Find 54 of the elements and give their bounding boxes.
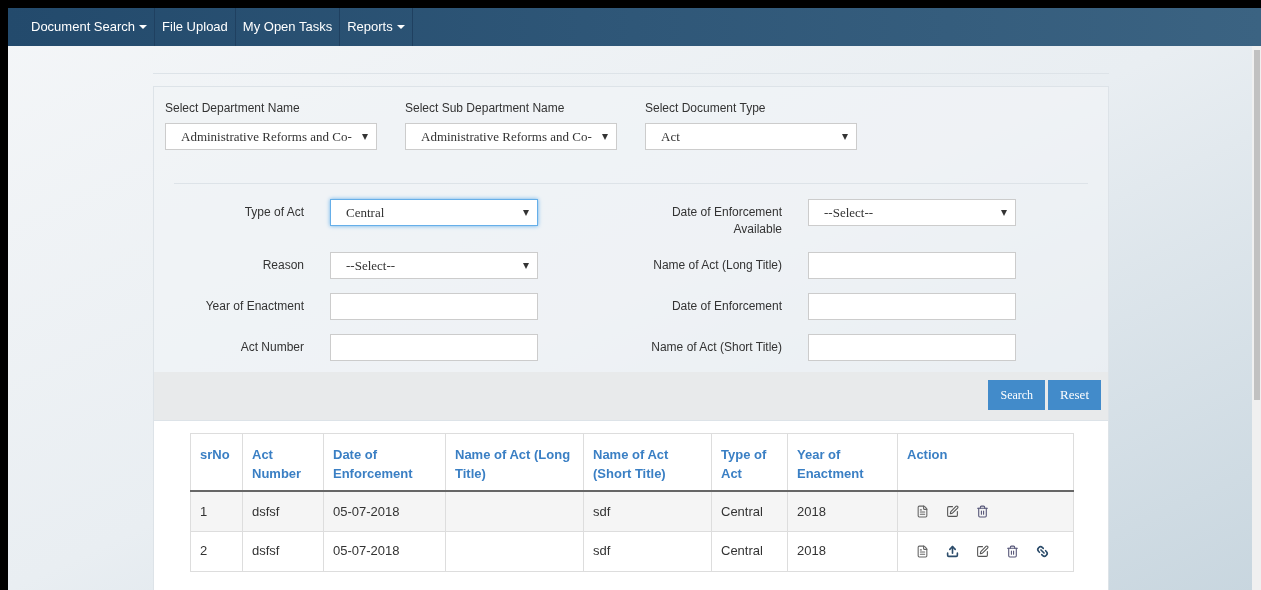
field-label: Reason xyxy=(261,257,304,274)
table-cell: 2018 xyxy=(787,531,898,571)
filter-label: Select Sub Department Name xyxy=(405,100,566,117)
document-icon[interactable] xyxy=(916,544,929,558)
table-cell: sdf xyxy=(583,531,712,571)
table-cell: 05-07-2018 xyxy=(323,491,446,531)
document-icon[interactable] xyxy=(916,504,929,518)
select-field[interactable]: Central xyxy=(330,199,538,226)
edit-icon[interactable] xyxy=(946,504,959,518)
select-field[interactable]: --Select-- xyxy=(330,252,538,279)
nav-item[interactable]: Document Search xyxy=(24,8,156,46)
field-label: Type of Act xyxy=(243,204,304,221)
field-label: Date of Enforcement xyxy=(670,298,782,315)
nav-item[interactable]: File Upload xyxy=(155,8,236,46)
table-cell: dsfsf xyxy=(242,531,324,571)
dropdown-arrow-icon xyxy=(842,133,848,140)
reset-button[interactable]: Reset xyxy=(1048,380,1101,410)
table-cell: dsfsf xyxy=(242,491,324,531)
select-field[interactable]: Administrative Reforms and Co- xyxy=(405,123,617,150)
nav-item[interactable]: Reports xyxy=(340,8,413,46)
table-cell: 05-07-2018 xyxy=(323,531,446,571)
select-field[interactable]: Administrative Reforms and Co- xyxy=(165,123,377,150)
field-label: Act Number xyxy=(239,339,304,356)
upload-icon[interactable] xyxy=(946,544,959,558)
select-field[interactable]: Act xyxy=(645,123,857,150)
table-cell: Central xyxy=(711,491,788,531)
trash-icon[interactable] xyxy=(976,504,989,518)
table-cell: 2 xyxy=(190,531,243,571)
dropdown-arrow-icon xyxy=(523,262,529,269)
input-field[interactable] xyxy=(808,252,1016,279)
input-field[interactable] xyxy=(808,334,1016,361)
dropdown-arrow-icon xyxy=(1001,209,1007,216)
field-label: Date of Enforcement Available xyxy=(670,204,782,238)
filter-label: Select Document Type xyxy=(645,100,767,117)
dropdown-arrow-icon xyxy=(523,209,529,216)
field-label: Name of Act (Short Title) xyxy=(650,339,782,356)
table-cell: 1 xyxy=(190,491,243,531)
input-field[interactable] xyxy=(330,293,538,320)
table-cell: sdf xyxy=(583,491,712,531)
scrollbar[interactable] xyxy=(1252,46,1261,590)
nav-item[interactable]: My Open Tasks xyxy=(235,8,341,46)
dropdown-arrow-icon xyxy=(362,133,368,140)
trash-icon[interactable] xyxy=(1006,544,1019,558)
select-field[interactable]: --Select-- xyxy=(808,199,1016,226)
field-label: Year of Enactment xyxy=(204,298,304,315)
table-cell: Central xyxy=(711,531,788,571)
input-field[interactable] xyxy=(330,334,538,361)
table-cell: 2018 xyxy=(787,491,898,531)
edit-icon[interactable] xyxy=(976,544,989,558)
search-button[interactable]: Search xyxy=(988,380,1046,410)
filter-label: Select Department Name xyxy=(165,100,301,117)
input-field[interactable] xyxy=(808,293,1016,320)
field-label: Name of Act (Long Title) xyxy=(652,257,782,274)
dropdown-arrow-icon xyxy=(602,133,608,140)
